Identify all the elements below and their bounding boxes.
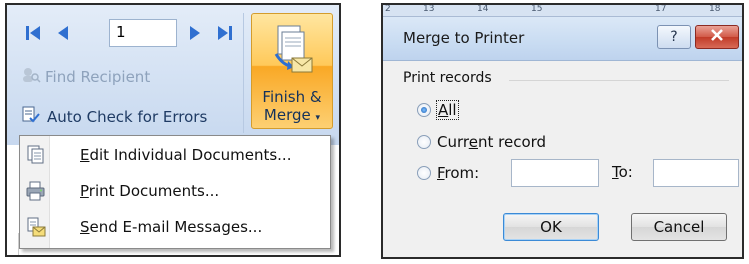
ruler: 2 13 14 15 17 18	[383, 5, 742, 17]
dialog-title: Merge to Printer	[403, 29, 525, 47]
find-recipient-icon	[21, 66, 41, 88]
radio-current-record[interactable]: Current record	[417, 132, 546, 152]
radio-current-post: nt record	[477, 133, 547, 151]
auto-check-icon	[21, 106, 41, 128]
menu-item-label: Send E-mail Messages...	[80, 218, 262, 236]
ruler-mark: 15	[531, 4, 543, 14]
menu-item-text: rint Documents...	[88, 182, 220, 200]
previous-record-icon[interactable]	[51, 19, 75, 47]
radio-current-record-control[interactable]	[417, 135, 431, 149]
radio-current-accelerator: e	[468, 133, 478, 151]
find-recipient-button[interactable]: Find Recipient	[21, 65, 150, 89]
first-record-icon[interactable]	[21, 19, 45, 47]
radio-current-pre: Curr	[437, 133, 469, 151]
print-records-group-label: Print records	[403, 70, 492, 86]
finish-merge-line2: Merge	[263, 106, 311, 124]
menu-item-text: dit Individual Documents...	[89, 146, 292, 164]
group-divider	[509, 80, 729, 81]
cancel-button[interactable]: Cancel	[631, 213, 727, 241]
ruler-mark: 2	[385, 4, 391, 14]
help-button[interactable]: ?	[657, 25, 691, 49]
radio-all-control[interactable]	[417, 103, 431, 117]
radio-from-accelerator: F	[437, 164, 445, 182]
menu-item-label: Print Documents...	[80, 182, 219, 200]
ribbon-separator	[243, 13, 244, 133]
record-number-input[interactable]: 1	[109, 19, 177, 47]
finish-merge-line1: Finish &	[262, 88, 322, 106]
menu-item-accelerator: P	[80, 182, 89, 200]
auto-check-errors-button[interactable]: Auto Check for Errors	[21, 105, 207, 129]
finish-merge-icon	[272, 24, 314, 82]
menu-item-send-email-messages[interactable]: Send E-mail Messages...	[20, 212, 330, 242]
ruler-mark: 13	[423, 4, 435, 14]
close-icon	[710, 29, 724, 45]
dialog-titlebar[interactable]: Merge to Printer ?	[383, 17, 742, 61]
radio-all-text: ll	[448, 101, 457, 119]
auto-check-label: Auto Check for Errors	[47, 108, 208, 126]
to-label: To:	[612, 163, 633, 181]
to-record-input[interactable]	[653, 159, 739, 187]
from-record-input[interactable]	[511, 159, 599, 187]
radio-all[interactable]: All	[417, 100, 459, 120]
chevron-down-icon: ▾	[315, 113, 321, 123]
menu-item-edit-individual-documents[interactable]: Edit Individual Documents...	[20, 140, 330, 170]
radio-all-label: All	[436, 100, 459, 120]
radio-from-label: From:	[437, 164, 479, 182]
radio-from[interactable]: From:	[417, 163, 479, 183]
menu-item-text: end E-mail Messages...	[89, 218, 263, 236]
menu-item-label: Edit Individual Documents...	[80, 146, 291, 164]
print-documents-icon	[26, 181, 46, 205]
ruler-mark: 18	[709, 4, 721, 14]
dialog-body: Print records All Current record From: T…	[383, 62, 742, 257]
ruler-mark: 14	[477, 4, 489, 14]
send-email-icon	[26, 217, 46, 241]
ok-button[interactable]: OK	[503, 213, 599, 241]
mail-merge-ribbon-panel: 1 Find Recipient Auto Check for Errors F…	[5, 3, 341, 257]
edit-documents-icon	[26, 145, 46, 169]
radio-all-accelerator: A	[438, 101, 449, 119]
finish-merge-label: Finish & Merge ▾	[252, 88, 332, 127]
close-button[interactable]	[695, 25, 739, 49]
find-recipient-label: Find Recipient	[45, 68, 151, 86]
to-label-accelerator: T	[612, 163, 619, 181]
radio-current-record-label: Current record	[437, 133, 546, 151]
merge-to-printer-dialog-panel: 2 13 14 15 17 18 Merge to Printer ? Prin…	[381, 3, 744, 259]
menu-item-print-documents[interactable]: Print Documents...	[20, 176, 330, 206]
radio-from-text: rom:	[444, 164, 480, 182]
next-record-icon[interactable]	[183, 19, 207, 47]
finish-merge-dropdown-menu: Edit Individual Documents... Print Docum…	[19, 135, 331, 249]
last-record-icon[interactable]	[213, 19, 237, 47]
ruler-mark: 17	[655, 4, 667, 14]
menu-item-accelerator: S	[80, 218, 90, 236]
radio-from-control[interactable]	[417, 166, 431, 180]
to-label-text: o:	[618, 163, 633, 181]
document-edge	[9, 233, 19, 255]
help-icon: ?	[670, 29, 678, 45]
finish-merge-button[interactable]: Finish & Merge ▾	[251, 13, 333, 129]
